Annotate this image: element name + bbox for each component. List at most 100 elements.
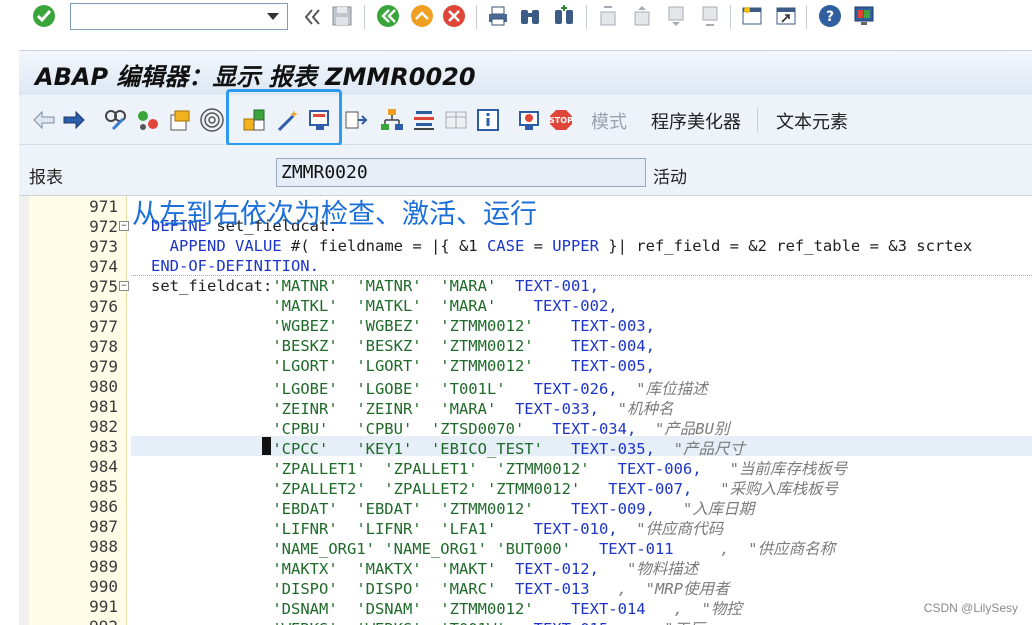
code-line[interactable]: 'ZPALLET1' 'ZPALLET1' 'ZTMM0012' TEXT-00… bbox=[151, 457, 847, 479]
report-label: 报表 bbox=[29, 168, 63, 188]
code-token: TEXT-035, bbox=[570, 440, 655, 458]
code-token: END-OF-DEFINITION. bbox=[151, 257, 319, 275]
double-chevron-left-icon[interactable] bbox=[300, 5, 324, 29]
where-used-icon[interactable] bbox=[199, 107, 225, 133]
create-session-icon[interactable] bbox=[740, 4, 764, 28]
code-token: 'LGOBE' 'LGOBE' 'T001L' bbox=[272, 380, 534, 398]
code-line[interactable]: 'LGORT' 'LGORT' 'ZTMM0012' TEXT-005, bbox=[151, 357, 655, 375]
code-token: TEXT-012, bbox=[514, 560, 599, 578]
text-elements-button[interactable]: 文本元素 bbox=[776, 108, 848, 134]
code-token: "产品尺寸 bbox=[654, 440, 745, 458]
code-token: "工厂 bbox=[608, 620, 704, 625]
find-icon[interactable] bbox=[518, 4, 542, 28]
chevron-down-icon[interactable] bbox=[267, 13, 279, 20]
info-icon[interactable] bbox=[475, 107, 501, 133]
other-object-icon[interactable] bbox=[167, 107, 193, 133]
line-number: 980 bbox=[89, 377, 118, 396]
save-icon[interactable] bbox=[330, 4, 354, 28]
stop-breakpoint-icon[interactable]: STOP bbox=[549, 107, 575, 133]
code-line[interactable]: 'MAKTX' 'MAKTX' 'MAKT' TEXT-012, "物料描述 bbox=[151, 557, 698, 579]
watermark: CSDN @LilySesy bbox=[923, 601, 1018, 615]
code-token: TEXT-015 bbox=[534, 620, 609, 625]
line-number: 983 bbox=[89, 437, 118, 456]
set-breakpoint-icon[interactable] bbox=[517, 107, 543, 133]
line-number: 976 bbox=[89, 297, 118, 316]
pattern-insert-icon[interactable] bbox=[343, 107, 369, 133]
fold-toggle-icon[interactable]: − bbox=[119, 281, 129, 291]
page-title: ABAP 编辑器：显示 报表 ZMMR0020 bbox=[35, 63, 476, 91]
editor-gutter bbox=[19, 196, 29, 625]
navigation-stack-icon[interactable] bbox=[411, 107, 437, 133]
mode-button[interactable]: 模式 bbox=[591, 108, 627, 134]
last-page-icon[interactable] bbox=[698, 4, 722, 28]
fold-toggle-icon[interactable]: − bbox=[119, 221, 129, 231]
code-token: TEXT-003, bbox=[570, 317, 655, 335]
arrow-left-icon[interactable] bbox=[31, 107, 57, 133]
code-line[interactable]: 'CPCC' 'KEY1' 'EBICO_TEST' TEXT-035, "产品… bbox=[151, 437, 745, 459]
code-line[interactable]: 'ZEINR' 'ZEINR' 'MARA' TEXT-033, "机种名 bbox=[151, 397, 673, 419]
code-line[interactable]: 'CPBU' 'CPBU' 'ZTSD0070' TEXT-034, "产品BU… bbox=[151, 417, 729, 439]
code-token: TEXT-013 bbox=[514, 580, 590, 598]
test-run-icon[interactable] bbox=[307, 107, 333, 133]
code-token: TEXT-005, bbox=[570, 357, 655, 375]
code-line[interactable]: 'BESKZ' 'BESKZ' 'ZTMM0012' TEXT-004, bbox=[151, 337, 655, 355]
find-next-icon[interactable] bbox=[552, 4, 576, 28]
object-list-icon[interactable] bbox=[379, 107, 405, 133]
code-token: #( fieldname = |{ &1 bbox=[291, 237, 487, 255]
line-number: 971 bbox=[89, 197, 118, 216]
code-editor[interactable]: 971 972 973 974 975 976 977 978 979 980 981 982 983 9… bbox=[19, 195, 1032, 625]
previous-page-icon[interactable] bbox=[630, 4, 654, 28]
split-screen-icon[interactable] bbox=[443, 107, 469, 133]
code-token: 'NAME_ORG1' 'NAME_ORG1' 'BUT000' bbox=[272, 540, 599, 558]
code-line[interactable]: 'ZPALLET2' 'ZPALLET2' 'ZTMM0012' TEXT-00… bbox=[151, 477, 838, 499]
code-line[interactable]: 'DISPO' 'DISPO' 'MARC' TEXT-013 , "MRP使用… bbox=[151, 577, 729, 599]
check-syntax-icon[interactable] bbox=[241, 107, 267, 133]
exit-icon[interactable] bbox=[410, 4, 434, 28]
code-token: "当前库存栈板号 bbox=[701, 460, 848, 478]
back-icon[interactable] bbox=[376, 4, 400, 28]
code-line[interactable]: set_fieldcat:'MATNR' 'MATNR' 'MARA' TEXT… bbox=[151, 277, 599, 295]
code-line[interactable]: 'LGOBE' 'LGOBE' 'T001L' TEXT-026, "库位描述 bbox=[151, 377, 707, 399]
code-token: TEXT-006, bbox=[617, 460, 702, 478]
code-line[interactable]: 'MATKL' 'MATKL' 'MARA' TEXT-002, bbox=[151, 297, 617, 315]
report-name-field[interactable]: ZMMR0020 bbox=[276, 158, 646, 187]
help-icon[interactable]: ? bbox=[818, 4, 842, 28]
code-token: TEXT-034, bbox=[552, 420, 637, 438]
activate-wand-icon[interactable] bbox=[275, 107, 301, 133]
arrow-right-icon[interactable] bbox=[61, 107, 87, 133]
code-token: "采购入库栈板号 bbox=[692, 480, 839, 498]
shortcut-icon[interactable] bbox=[774, 4, 798, 28]
next-page-icon[interactable] bbox=[664, 4, 688, 28]
code-line[interactable]: 'WERKS' 'WERKS' 'T001W' TEXT-015 "工厂 bbox=[151, 617, 704, 625]
code-token: 'DISPO' 'DISPO' 'MARC' bbox=[272, 580, 515, 598]
code-line[interactable]: 'DSNAM' 'DSNAM' 'ZTMM0012' TEXT-014 , "物… bbox=[151, 597, 742, 619]
print-icon[interactable] bbox=[486, 4, 510, 28]
code-line[interactable]: 'LIFNR' 'LIFNR' 'LFA1' TEXT-010, "供应商代码 bbox=[151, 517, 723, 539]
cancel-icon[interactable] bbox=[442, 4, 466, 28]
command-field[interactable] bbox=[70, 3, 288, 30]
code-token: TEXT-004, bbox=[570, 337, 655, 355]
code-token: 'WGBEZ' 'WGBEZ' 'ZTMM0012' bbox=[272, 317, 571, 335]
code-line[interactable]: 'WGBEZ' 'WGBEZ' 'ZTMM0012' TEXT-003, bbox=[151, 317, 655, 335]
code-token: "入库日期 bbox=[654, 500, 755, 518]
code-line[interactable]: APPEND VALUE #( fieldname = |{ &1 CASE =… bbox=[151, 237, 973, 255]
code-line[interactable]: END-OF-DEFINITION. bbox=[151, 257, 319, 275]
first-page-icon[interactable] bbox=[596, 4, 620, 28]
code-line[interactable]: 'NAME_ORG1' 'NAME_ORG1' 'BUT000' TEXT-01… bbox=[151, 537, 835, 559]
line-number: 986 bbox=[89, 497, 118, 516]
active-inactive-icon[interactable] bbox=[135, 107, 161, 133]
code-token: TEXT-014 bbox=[570, 600, 646, 618]
code-line[interactable]: 'EBDAT' 'EBDAT' 'ZTMM0012' TEXT-009, "入库… bbox=[151, 497, 754, 519]
display-change-icon[interactable] bbox=[103, 107, 129, 133]
pretty-printer-button[interactable]: 程序美化器 bbox=[651, 108, 741, 134]
customize-layout-icon[interactable] bbox=[852, 4, 876, 28]
enter-check-icon[interactable] bbox=[32, 4, 56, 28]
